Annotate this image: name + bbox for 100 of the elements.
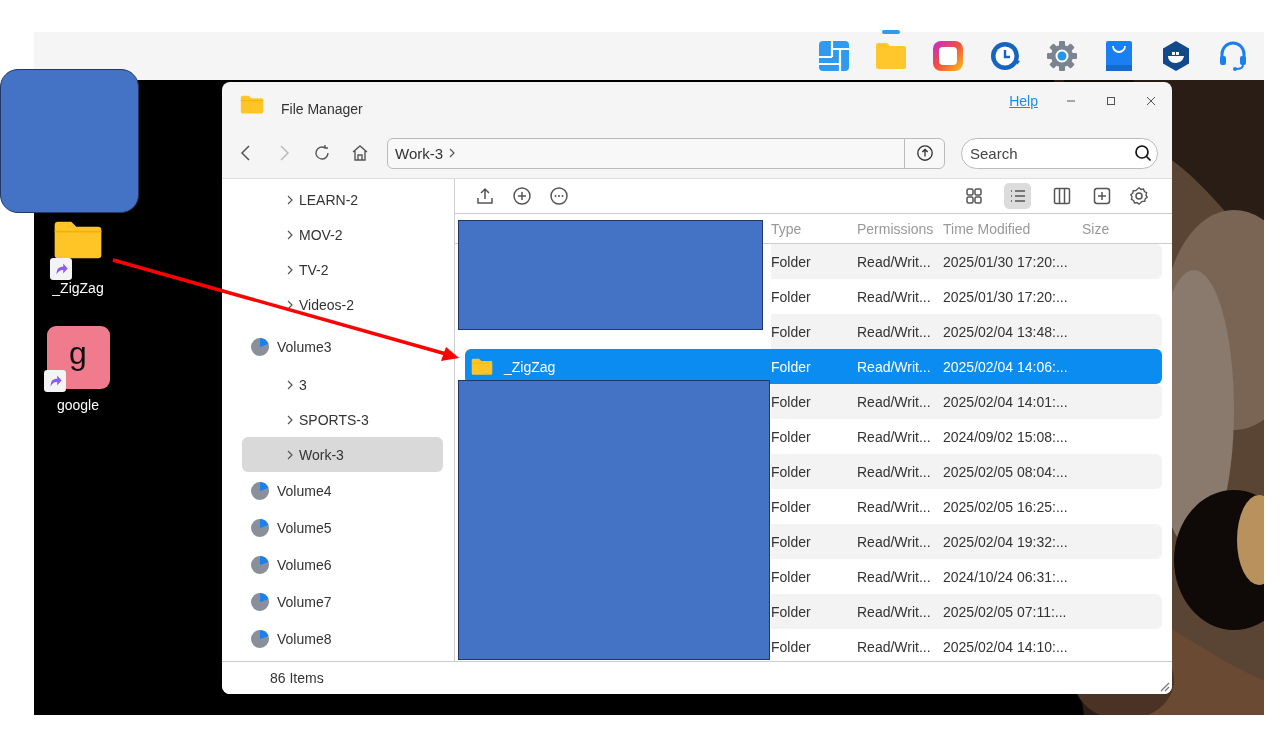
chevron-icon[interactable] [285,298,295,311]
shortcut-label[interactable]: _ZigZag [52,280,104,296]
app-tile[interactable]: g [46,326,110,389]
chevron-icon[interactable] [285,448,295,461]
columns-icon [1051,186,1072,206]
table-cell-text: Read/Writ... [857,568,932,585]
table-cell-text: 2025/02/05 16:25:... [943,498,1069,515]
sidebar-item[interactable]: Volume4 [222,472,454,509]
folder-icon [53,220,103,260]
table-cell-text: Folder [771,428,812,445]
table-cell-text: Folder [771,463,812,480]
search-icon[interactable] [1134,143,1152,163]
table-row[interactable]: Folder Read/Writ... 2025/02/04 14:10:... [771,629,1162,661]
tiles-icon[interactable] [818,40,850,72]
pie-icon [250,336,270,357]
volume-name: Volume3 [277,338,332,355]
table-cell-text: 2025/02/04 19:32:... [943,533,1069,550]
table-cell-text: 2025/01/30 17:20:... [943,288,1069,305]
clock-icon[interactable] [989,40,1021,72]
sidebar-item[interactable]: Volume5 [222,509,454,546]
table-cell-text: Read/Writ... [857,463,932,480]
grid-icon [963,186,984,206]
breadcrumb-item[interactable]: Work-3 [395,144,444,162]
sidebar-item[interactable]: MOV-2 [242,217,443,252]
rounded-square-icon[interactable] [932,40,964,72]
close-icon [1146,96,1156,106]
shopping-bag-icon[interactable] [1103,40,1135,72]
sidebar-item[interactable]: LEARN-2 [242,182,443,217]
shortcut-label[interactable]: google [56,397,99,413]
pie-icon [250,480,270,501]
path-field[interactable]: Work-3 [387,137,945,169]
table-row[interactable]: Folder Read/Writ... 2025/01/30 17:20:... [771,279,1162,314]
table-cell-text: Folder [771,288,812,305]
table-cell-text: Read/Writ... [857,603,932,620]
hexagon-icon[interactable] [1160,40,1192,72]
table-cell-text: 2025/02/04 13:48:... [943,323,1069,340]
table-cell-text: Read/Writ... [857,638,932,655]
sidebar-item[interactable]: Volume8 [222,620,454,657]
add-icon[interactable] [512,186,532,206]
table-cell-text: Read/Writ... [857,288,932,305]
table-cell-text: Folder [771,498,812,515]
table-cell-text: Folder [771,323,812,340]
chevron-icon[interactable] [285,378,295,391]
table-cell-text: 2024/10/24 06:31:... [943,568,1069,585]
volume-name: Volume4 [277,482,332,499]
table-row[interactable]: Folder Read/Writ... 2025/02/04 19:32:... [771,524,1162,559]
add-box-icon[interactable] [1092,186,1112,206]
headset-icon[interactable] [1217,40,1249,72]
folder-name: 3 [299,376,307,393]
sidebar-item[interactable]: Volume3 [222,326,454,367]
gear-icon[interactable] [1046,40,1078,72]
table-cell-text: Read/Writ... [857,428,932,445]
pie-icon [250,628,270,649]
sidebar-item[interactable]: Videos-2 [242,287,443,322]
sidebar-item[interactable]: SPORTS-3 [242,402,443,437]
app-icon [240,95,264,115]
sidebar-item[interactable]: Work-3 [242,437,443,472]
table-row[interactable]: Folder Read/Writ... 2025/02/05 16:25:... [771,489,1162,524]
table-cell-text: 2025/02/05 08:04:... [943,463,1069,480]
chevron-icon[interactable] [285,193,295,206]
sidebar-item[interactable]: 3 [242,367,443,402]
volume-name: Volume5 [277,519,332,536]
table-row[interactable]: Folder Read/Writ... 2025/02/04 14:01:... [771,384,1162,419]
table-cell-text: Folder [771,533,812,550]
sidebar-item[interactable]: Volume6 [222,546,454,583]
table-cell-text: Folder [771,603,812,620]
item-count: 86 Items [270,670,324,686]
table-cell-text: Read/Writ... [857,393,932,410]
upload-icon[interactable] [475,186,495,206]
table-cell-text: 2025/02/04 14:10:... [943,638,1069,655]
table-cell-text: Folder [771,393,812,410]
home-icon[interactable] [350,143,370,163]
sidebar-item[interactable]: Volume7 [222,583,454,620]
pie-icon [250,554,270,575]
settings-icon[interactable] [1129,186,1149,206]
table-cell-text: Read/Writ... [857,253,932,270]
table-row[interactable]: Folder Read/Writ... 2024/10/24 06:31:... [771,559,1162,594]
table-cell-text: 2025/02/05 07:11:... [943,603,1068,620]
table-row[interactable]: Folder Read/Writ... 2025/02/05 08:04:... [771,454,1162,489]
refresh-icon[interactable] [312,143,332,163]
table-cell-text: Folder [771,358,812,375]
table-row[interactable]: Folder Read/Writ... 2025/02/04 13:48:... [771,314,1162,349]
folder-name: Videos-2 [299,296,354,313]
chevron-icon[interactable] [285,413,295,426]
chevron-icon[interactable] [285,228,295,241]
table-cell-text: Folder [771,568,812,585]
list-view-button[interactable] [1004,183,1031,209]
folder-name: TV-2 [299,261,329,278]
table-row[interactable]: Folder Read/Writ... 2025/01/30 17:20:... [771,244,1162,279]
table-row[interactable]: Folder Read/Writ... 2024/09/02 15:08:... [771,419,1162,454]
sidebar-item[interactable]: TV-2 [242,252,443,287]
table-cell-text: Read/Writ... [857,358,932,375]
table-cell-text: 2025/02/04 14:06:... [943,358,1069,375]
search-field[interactable]: Search [961,137,1158,169]
more-icon[interactable] [549,186,569,206]
table-cell-text: 2025/01/30 17:20:... [943,253,1069,270]
table-row[interactable]: Folder Read/Writ... 2025/02/05 07:11:... [771,594,1162,629]
volume-name: Volume6 [277,556,332,573]
table-cell-text: Folder [771,638,812,655]
chevron-icon[interactable] [285,263,295,276]
